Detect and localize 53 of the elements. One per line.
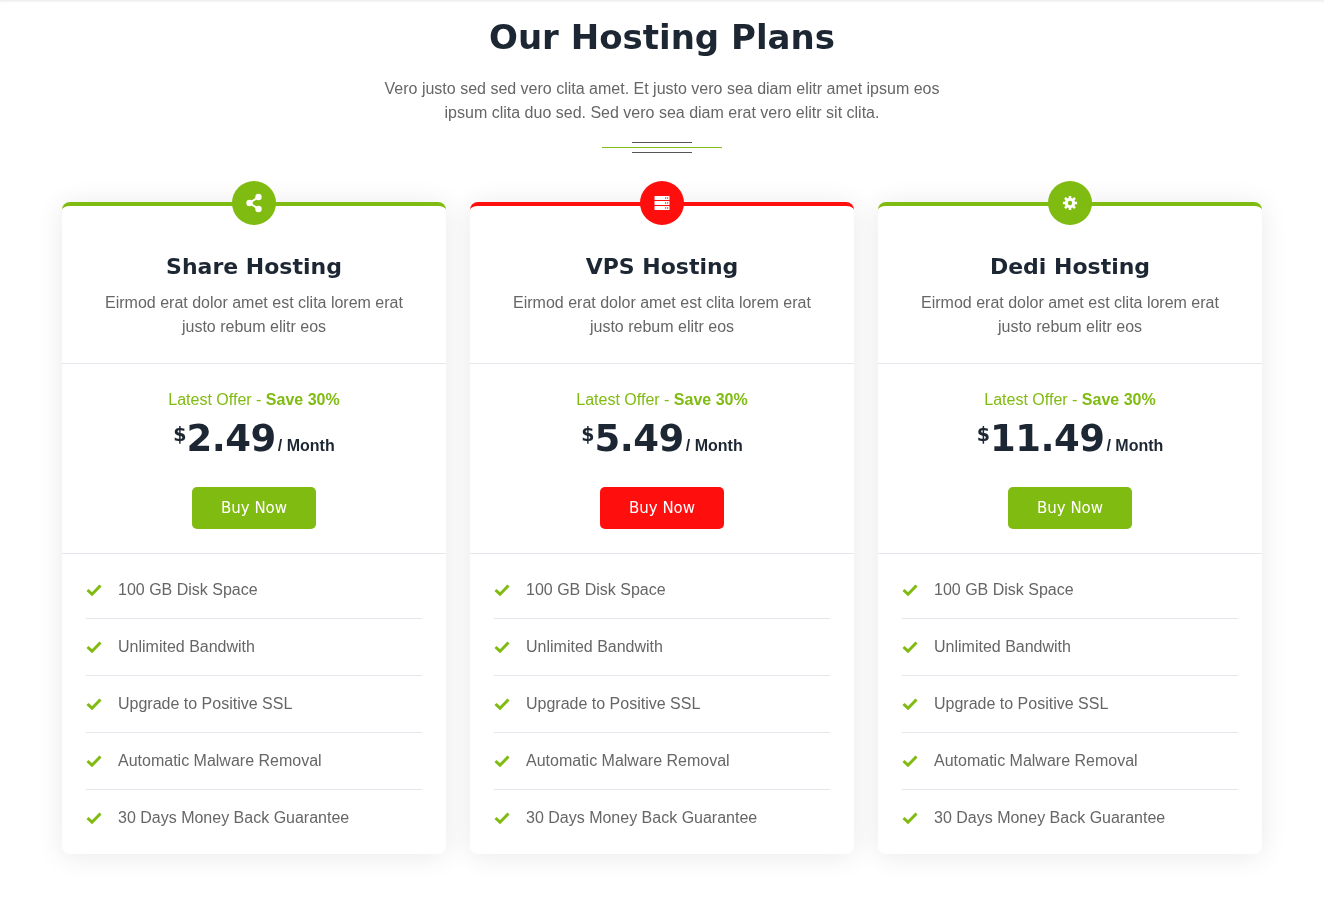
- check-icon: [86, 584, 102, 596]
- feature-text: Unlimited Bandwith: [118, 637, 255, 657]
- feature-text: Automatic Malware Removal: [526, 751, 730, 771]
- plan-description: Eirmod erat dolor amet est clita lorem erat justo rebum elitr eos: [512, 293, 812, 337]
- check-icon: [902, 698, 918, 710]
- buy-now-button[interactable]: Buy Now: [1008, 487, 1132, 529]
- feature-text: 100 GB Disk Space: [526, 580, 666, 600]
- price-period: / Month: [277, 436, 335, 456]
- feature-text: 100 GB Disk Space: [118, 580, 258, 600]
- check-icon: [494, 698, 510, 710]
- check-icon: [902, 755, 918, 767]
- price-amount: 5.49: [594, 416, 684, 462]
- feature-text: 30 Days Money Back Guarantee: [934, 808, 1166, 828]
- feature-text: Upgrade to Positive SSL: [526, 694, 701, 714]
- currency-symbol: $: [581, 423, 595, 445]
- check-icon: [494, 755, 510, 767]
- currency-symbol: $: [173, 423, 187, 445]
- price-amount: 11.49: [989, 416, 1105, 462]
- check-icon: [902, 641, 918, 653]
- check-icon: [902, 584, 918, 596]
- plan-title: Dedi Hosting: [988, 254, 1152, 280]
- check-icon: [86, 812, 102, 824]
- check-icon: [902, 812, 918, 824]
- check-icon: [494, 641, 510, 653]
- feature-text: Upgrade to Positive SSL: [934, 694, 1109, 714]
- price-amount: 2.49: [186, 416, 276, 462]
- feature-text: 30 Days Money Back Guarantee: [118, 808, 350, 828]
- feature-text: Unlimited Bandwith: [526, 637, 663, 657]
- feature-text: Unlimited Bandwith: [934, 637, 1071, 657]
- buy-now-button[interactable]: Buy Now: [192, 487, 316, 529]
- section-subtitle: Vero justo sed sed vero clita amet. Et justo vero sea diam elitr amet ipsum eos ipsum clita duo sed. Sed vero sea diam erat vero elitr sit clita.: [383, 79, 941, 123]
- feature-text: Automatic Malware Removal: [118, 751, 322, 771]
- check-icon: [494, 584, 510, 596]
- feature-text: 30 Days Money Back Guarantee: [526, 808, 758, 828]
- feature-text: Automatic Malware Removal: [934, 751, 1138, 771]
- plan-title: Share Hosting: [165, 254, 343, 280]
- buy-now-button[interactable]: Buy Now: [600, 487, 724, 529]
- check-icon: [86, 641, 102, 653]
- feature-text: Upgrade to Positive SSL: [118, 694, 293, 714]
- check-icon: [494, 812, 510, 824]
- plan-title: VPS Hosting: [584, 254, 740, 280]
- plan-description: Eirmod erat dolor amet est clita lorem erat justo rebum elitr eos: [104, 293, 404, 337]
- price-period: / Month: [1106, 436, 1164, 456]
- check-icon: [86, 755, 102, 767]
- check-icon: [86, 698, 102, 710]
- price-period: / Month: [685, 436, 743, 456]
- offer-text: Latest Offer - Save 30%: [984, 390, 1156, 410]
- section-title: Our Hosting Plans: [488, 17, 836, 58]
- offer-text: Latest Offer - Save 30%: [576, 390, 748, 410]
- feature-text: 100 GB Disk Space: [934, 580, 1074, 600]
- currency-symbol: $: [976, 423, 990, 445]
- plan-description: Eirmod erat dolor amet est clita lorem erat justo rebum elitr eos: [920, 293, 1220, 337]
- offer-text: Latest Offer - Save 30%: [168, 390, 340, 410]
